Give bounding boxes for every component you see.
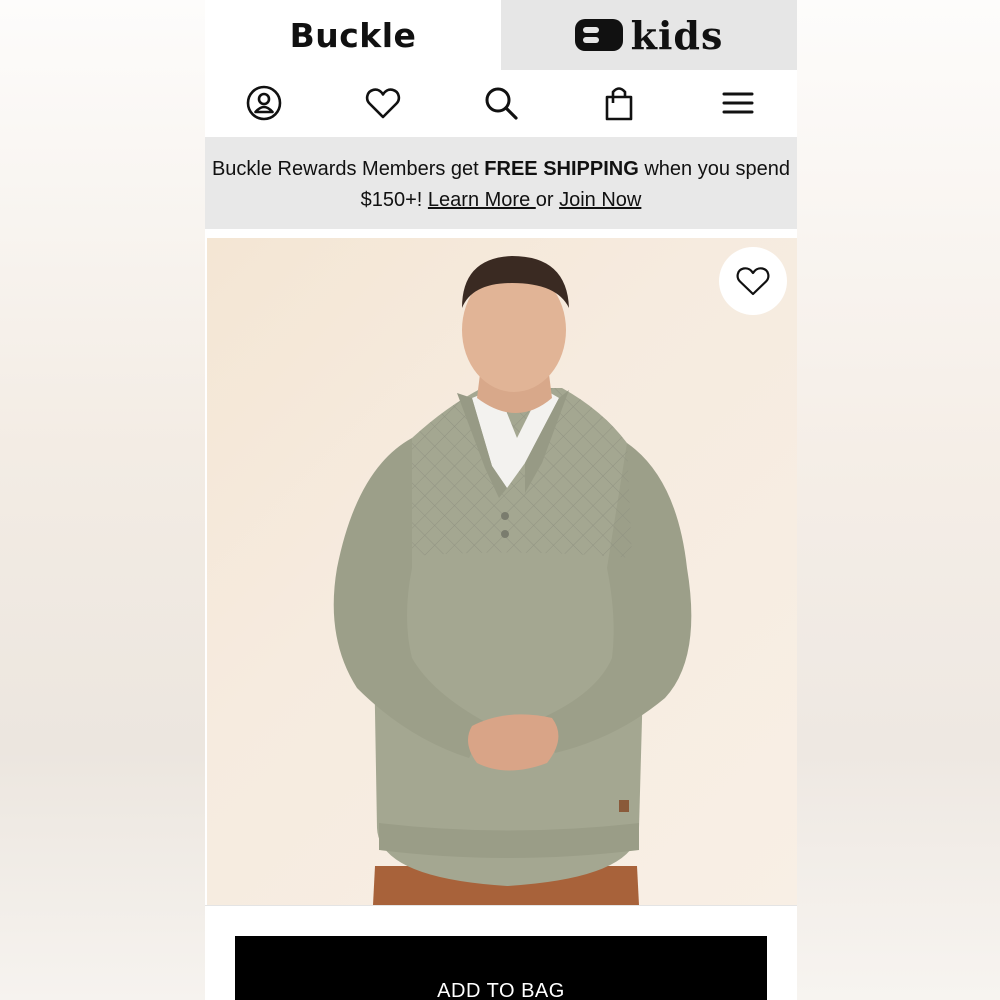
rewards-promo-banner: Buckle Rewards Members get FREE SHIPPING… bbox=[205, 137, 797, 229]
tab-buckle-kids[interactable]: kids bbox=[501, 0, 797, 70]
menu-icon[interactable] bbox=[716, 81, 760, 125]
buckle-b-logo-icon bbox=[574, 19, 623, 51]
add-to-wishlist-button[interactable] bbox=[719, 247, 787, 315]
account-icon[interactable] bbox=[242, 81, 286, 125]
background-blur-right bbox=[797, 0, 1000, 1000]
model-sweater-illustration bbox=[333, 256, 692, 905]
promo-free-shipping: FREE SHIPPING bbox=[484, 158, 639, 180]
wishlist-heart-icon[interactable] bbox=[361, 81, 405, 125]
join-now-link[interactable]: Join Now bbox=[559, 189, 641, 211]
section-divider bbox=[205, 905, 797, 906]
promo-text-start: Buckle Rewards Members get bbox=[211, 158, 485, 180]
heart-outline-icon bbox=[736, 267, 770, 296]
background-blur-left bbox=[0, 0, 205, 1000]
learn-more-link[interactable]: Learn More bbox=[428, 189, 536, 211]
mobile-page: Buckle kids Buckle Rewards Members get F… bbox=[205, 0, 797, 1000]
kids-logo-text: kids bbox=[630, 12, 724, 58]
shopping-bag-icon[interactable] bbox=[597, 81, 641, 125]
buckle-logo: Buckle bbox=[289, 15, 417, 55]
header-icon-bar bbox=[205, 70, 797, 136]
brand-tabs: Buckle kids bbox=[205, 0, 797, 70]
add-to-bag-button[interactable]: ADD TO BAG bbox=[235, 936, 767, 1000]
search-icon[interactable] bbox=[479, 81, 523, 125]
tab-buckle[interactable]: Buckle bbox=[205, 0, 501, 70]
product-image[interactable] bbox=[207, 238, 797, 905]
promo-or-text: or bbox=[535, 189, 560, 211]
